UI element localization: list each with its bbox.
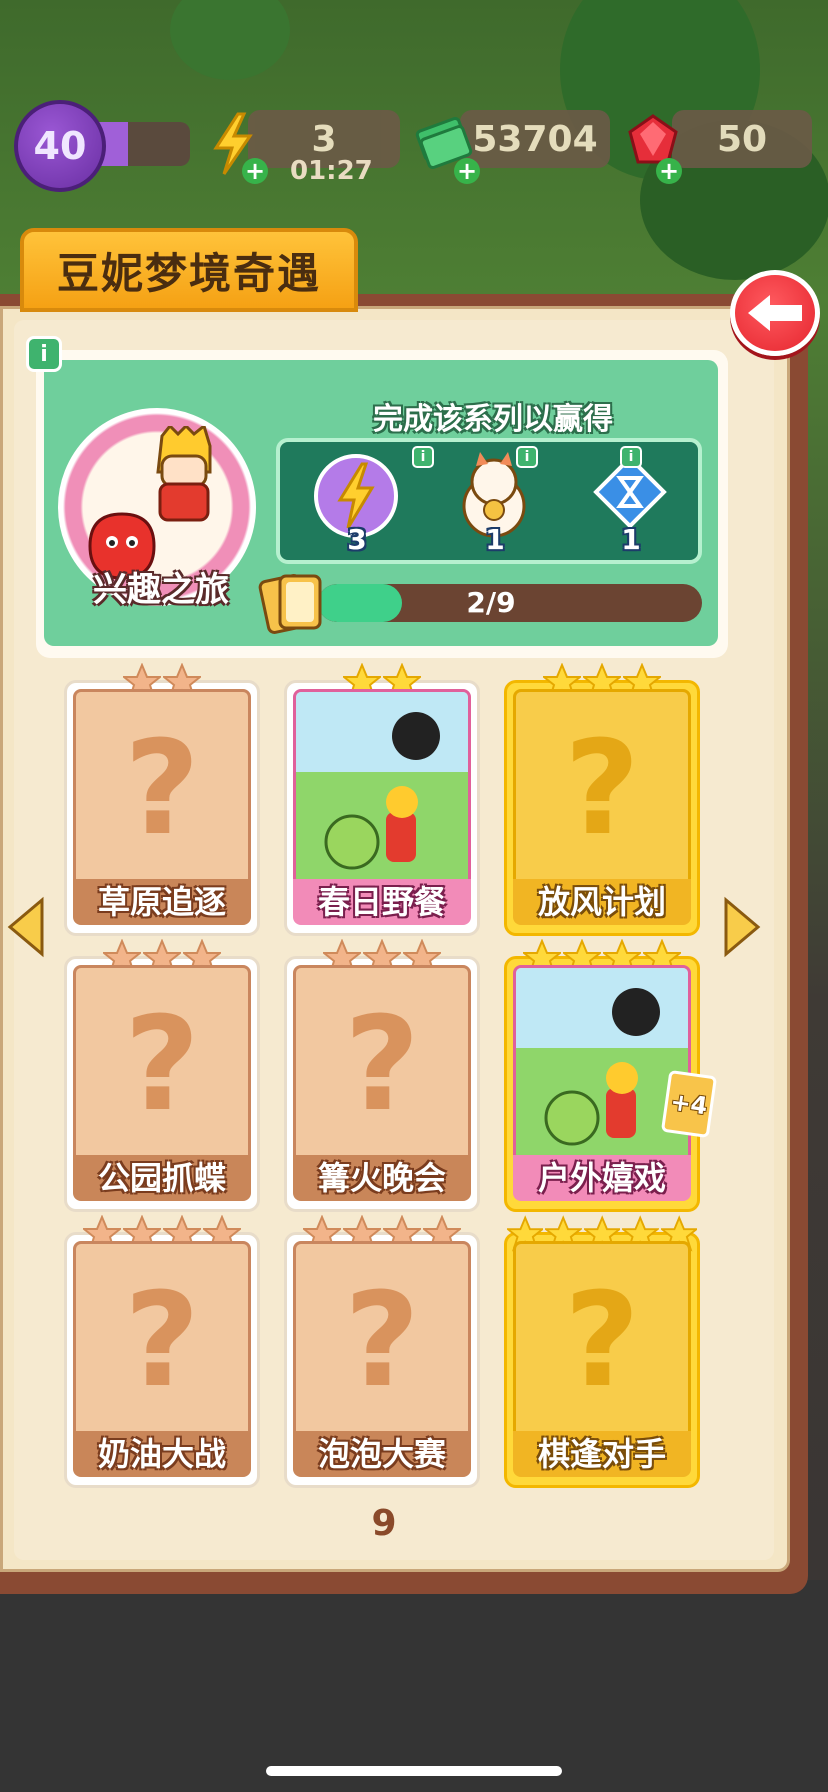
card[interactable]: ? 棋逢对手 xyxy=(504,1215,700,1488)
card-label: 棋逢对手 xyxy=(513,1431,691,1477)
tree xyxy=(170,0,290,80)
unknown-card-icon: ? xyxy=(124,712,200,864)
card[interactable]: ? 奶油大战 xyxy=(64,1215,260,1488)
unknown-card-icon: ? xyxy=(124,1264,200,1416)
reward-count: 1 xyxy=(621,523,641,556)
duplicate-badge: +4 xyxy=(660,1069,718,1139)
unknown-card-icon: ? xyxy=(124,988,200,1140)
reward-info-icon[interactable]: i xyxy=(620,446,642,468)
card-body: ? xyxy=(293,965,471,1183)
card-label: 奶油大战 xyxy=(73,1431,251,1477)
road xyxy=(0,1580,828,1792)
card-label: 春日野餐 xyxy=(293,879,471,925)
card-label: 公园抓蝶 xyxy=(73,1155,251,1201)
card[interactable]: ? 篝火晚会 xyxy=(284,939,480,1212)
gem-counter[interactable]: 50 xyxy=(672,110,812,168)
unknown-card-icon: ? xyxy=(564,712,640,864)
next-page-arrow-icon[interactable] xyxy=(720,896,764,958)
card-label: 户外嬉戏 xyxy=(513,1155,691,1201)
unknown-card-icon: ? xyxy=(344,988,420,1140)
home-indicator[interactable] xyxy=(266,1766,562,1776)
energy-timer: 01:27 xyxy=(290,156,373,186)
cash-counter[interactable]: 53704 xyxy=(460,110,610,168)
card[interactable]: ? 公园抓蝶 xyxy=(64,939,260,1212)
reward-heading: 完成该系列以赢得 xyxy=(373,402,613,437)
card-body: ? xyxy=(73,965,251,1183)
reward-info-icon[interactable]: i xyxy=(412,446,434,468)
page-number: 9 xyxy=(371,1503,397,1544)
card-artwork xyxy=(516,968,688,1180)
collection-name: 兴趣之旅 xyxy=(93,570,229,610)
card-label: 放风计划 xyxy=(513,879,691,925)
reward-count: 1 xyxy=(485,523,505,556)
reward-info-icon[interactable]: i xyxy=(516,446,538,468)
card-body xyxy=(513,965,691,1183)
card-label: 草原追逐 xyxy=(73,879,251,925)
card-body: ? xyxy=(513,689,691,907)
card-body xyxy=(293,689,471,907)
card[interactable]: ? 泡泡大赛 xyxy=(284,1215,480,1488)
reward-item-lightning[interactable]: 3 xyxy=(302,442,412,562)
back-button[interactable] xyxy=(730,270,820,356)
card-body: ? xyxy=(293,1241,471,1459)
card-body: ? xyxy=(513,1241,691,1459)
card-label: 泡泡大赛 xyxy=(293,1431,471,1477)
add-energy-button[interactable]: + xyxy=(242,158,268,184)
card-body: ? xyxy=(73,689,251,907)
card-body: ? xyxy=(73,1241,251,1459)
info-icon[interactable]: i xyxy=(26,336,62,372)
card[interactable]: 春日野餐 xyxy=(284,663,480,936)
back-arrow-icon xyxy=(748,295,802,331)
cards-icon xyxy=(258,574,322,634)
card-artwork xyxy=(296,692,468,904)
add-cash-button[interactable]: + xyxy=(454,158,480,184)
unknown-card-icon: ? xyxy=(344,1264,420,1416)
prev-page-arrow-icon[interactable] xyxy=(4,896,48,958)
unknown-card-icon: ? xyxy=(564,1264,640,1416)
card[interactable]: ? 草原追逐 xyxy=(64,663,260,936)
reward-count: 3 xyxy=(347,523,367,556)
card[interactable]: ? 放风计划 xyxy=(504,663,700,936)
level-badge[interactable]: 40 xyxy=(14,100,106,192)
card-label: 篝火晚会 xyxy=(293,1155,471,1201)
album-title: 豆妮梦境奇遇 xyxy=(20,228,358,312)
add-gems-button[interactable]: + xyxy=(656,158,682,184)
progress-text: 2/9 xyxy=(466,586,516,619)
card[interactable]: 户外嬉戏 +4 xyxy=(504,939,718,1212)
